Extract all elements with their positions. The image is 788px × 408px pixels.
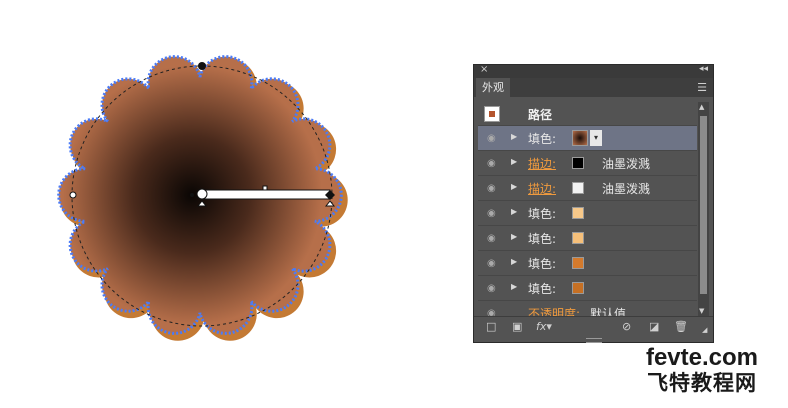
expand-triangle-icon[interactable]: ▶ <box>511 232 517 241</box>
opacity-value: 默认值 <box>590 307 627 316</box>
color-swatch[interactable] <box>572 157 584 169</box>
eye-icon[interactable]: ◉ <box>487 208 497 219</box>
appearance-row[interactable]: ◉ ▶ 填色: <box>478 226 697 251</box>
appearance-row[interactable]: ◉ ▶ 描边: 油墨泼溅 <box>478 176 697 201</box>
new-layer-icon[interactable]: □ <box>486 320 496 333</box>
expand-triangle-icon[interactable]: ▶ <box>511 282 517 291</box>
color-swatch[interactable] <box>572 257 584 269</box>
center-point[interactable] <box>190 193 194 197</box>
left-anchor-point[interactable] <box>69 191 77 199</box>
artboard-canvas[interactable] <box>0 0 460 408</box>
appearance-row[interactable]: ◉ ▶ 填色: <box>478 201 697 226</box>
fx-icon[interactable]: fx▾ <box>536 320 552 333</box>
effect-name: 油墨泼溅 <box>602 157 651 171</box>
attribute-label[interactable]: 描边: <box>528 155 556 172</box>
eye-icon[interactable]: ◉ <box>487 283 497 294</box>
watermark-site-name: 飞特教程网 <box>647 371 757 395</box>
scroll-thumb[interactable] <box>700 116 707 294</box>
watermark-domain: fevte.com <box>645 344 759 371</box>
swatch-dropdown-icon[interactable]: ▾ <box>590 130 602 146</box>
object-title: 路径 <box>528 108 553 122</box>
new-fill-icon[interactable]: ▣ <box>512 320 522 333</box>
effect-name: 油墨泼溅 <box>602 182 651 196</box>
attribute-label[interactable]: 填色: <box>528 205 556 222</box>
top-anchor-point[interactable] <box>198 62 206 70</box>
color-swatch[interactable] <box>572 207 584 219</box>
panel-menu-icon[interactable]: ☰ <box>697 81 707 94</box>
appearance-row[interactable]: ◉ ▶ 填色: ▾ <box>478 126 697 151</box>
panel-title-bar: × ◂◂ <box>474 64 713 78</box>
attribute-label[interactable]: 填色: <box>528 255 556 272</box>
expand-triangle-icon[interactable]: ▶ <box>511 157 517 166</box>
duplicate-icon[interactable]: ◪ <box>649 320 659 333</box>
expand-triangle-icon[interactable]: ▶ <box>511 182 517 191</box>
attribute-label[interactable]: 填色: <box>528 230 556 247</box>
panel-scrollbar[interactable]: ▲ ▼ <box>698 102 709 316</box>
panel-tab-bar: 外观 ☰ <box>474 78 713 97</box>
expand-triangle-icon[interactable]: ▶ <box>511 257 517 266</box>
watermark: fevte.com 飞特教程网 <box>626 344 778 396</box>
attribute-label[interactable]: 描边: <box>528 180 556 197</box>
appearance-row[interactable]: ◉ ▶ 填色: <box>478 251 697 276</box>
eye-icon[interactable]: ◉ <box>487 133 497 144</box>
panel-footer: □ ▣ fx▾ ⊘ ◪ 🗑 ◢ <box>474 316 713 339</box>
resize-grip-icon[interactable]: ◢ <box>702 326 707 334</box>
expand-triangle-icon[interactable]: ▶ <box>511 207 517 216</box>
color-swatch[interactable] <box>572 282 584 294</box>
expand-triangle-icon[interactable]: ▶ <box>511 132 517 141</box>
eye-icon[interactable]: ◉ <box>487 233 497 244</box>
collapse-icon[interactable]: ◂◂ <box>699 64 708 74</box>
color-swatch[interactable] <box>572 130 588 146</box>
scroll-down-icon[interactable]: ▼ <box>699 307 704 315</box>
appearance-row[interactable]: ◉ ▶ 填色: <box>478 276 697 301</box>
eye-icon[interactable]: ◉ <box>487 258 497 269</box>
object-thumbnail-icon <box>484 106 500 122</box>
eye-icon[interactable]: ◉ <box>487 158 497 169</box>
opacity-row[interactable]: ◉ 不透明度: 默认值 <box>478 301 697 316</box>
eye-icon[interactable]: ◉ <box>487 183 497 194</box>
close-icon[interactable]: × <box>480 64 488 75</box>
appearance-row[interactable]: ◉ ▶ 描边: 油墨泼溅 <box>478 151 697 176</box>
appearance-list: 路径 ◉ ▶ 填色: ▾ ◉ ▶ 描边: 油墨泼溅 ◉ ▶ 描边: 油墨泼溅 ◉ ▶ 填色: ◉ ▶ 填色: ◉ ▶ 填… <box>478 102 697 316</box>
panel-grip[interactable] <box>586 338 602 343</box>
clear-icon[interactable]: ⊘ <box>622 320 631 333</box>
trash-icon[interactable]: 🗑 <box>674 320 688 333</box>
attribute-label[interactable]: 填色: <box>528 130 556 147</box>
opacity-label[interactable]: 不透明度: <box>528 305 580 316</box>
attribute-label[interactable]: 填色: <box>528 280 556 297</box>
eye-icon[interactable]: ◉ <box>487 308 497 316</box>
object-title-row[interactable]: 路径 <box>478 102 697 126</box>
scroll-up-icon[interactable]: ▲ <box>699 103 704 111</box>
color-swatch[interactable] <box>572 232 584 244</box>
appearance-panel: × ◂◂ 外观 ☰ 路径 ◉ ▶ 填色: ▾ ◉ ▶ 描边: 油墨泼溅 ◉ ▶ 描边: 油墨泼溅 ◉ ▶ 填… <box>473 64 714 343</box>
tab-appearance[interactable]: 外观 <box>476 78 510 97</box>
color-swatch[interactable] <box>572 182 584 194</box>
